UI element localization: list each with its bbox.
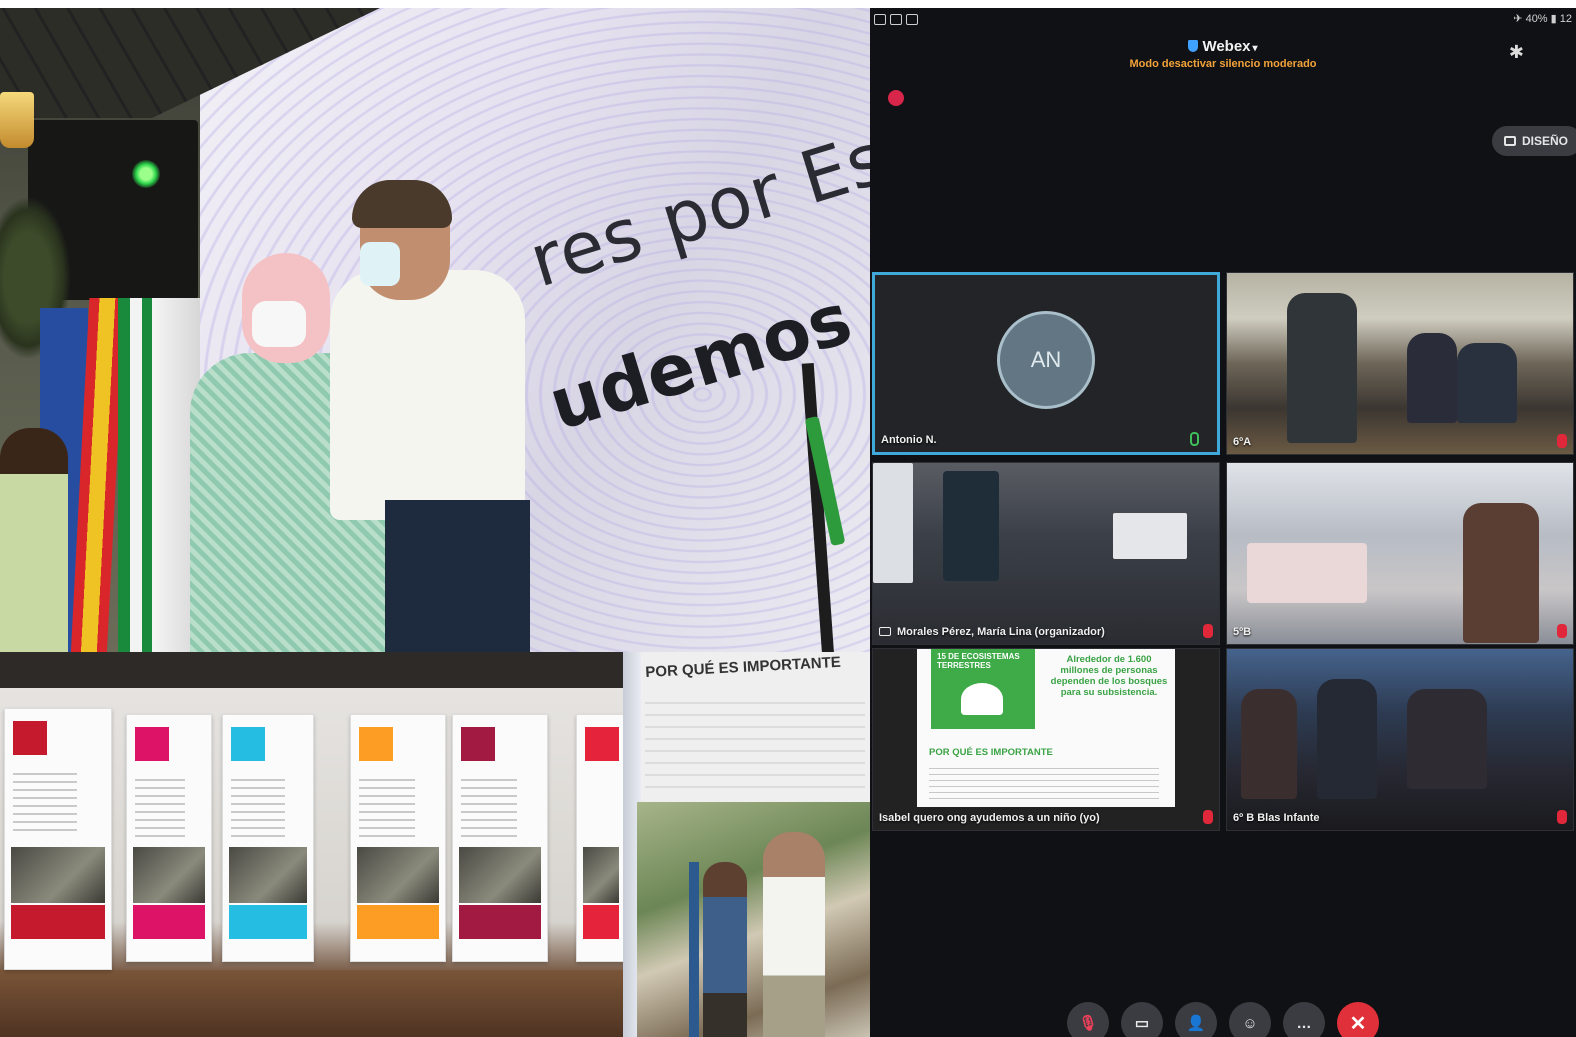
app-name: Webex [1202,38,1251,55]
sdg-banner [126,714,212,962]
classroom-video [873,463,1219,644]
video-tile[interactable]: 6º B Blas Infante [1226,648,1574,831]
poster-body-text [645,692,865,792]
notification-icon [890,14,902,25]
video-tile[interactable]: 15 DE ECOSISTEMAS TERRESTRES Alrededor d… [872,648,1220,831]
layout-label: DISEÑO [1521,134,1568,148]
wooden-floor [0,970,623,1037]
meeting-title-button[interactable]: Webex ▾ [870,38,1576,55]
bluetooth-icon[interactable]: ✱ [1509,42,1524,63]
participant-name: Antonio N. [881,434,937,446]
participants-button[interactable]: 👤 [1175,1002,1217,1037]
layout-icon [1503,136,1516,146]
more-icon: … [1296,1014,1312,1032]
shield-icon [1188,40,1199,52]
call-controls: 🎙 ▭ 👤 ☺ … ✕ [870,1002,1576,1037]
recording-icon [888,90,904,106]
shared-content: 15 DE ECOSISTEMAS TERRESTRES Alrededor d… [873,649,1219,830]
participants-icon: 👤 [1186,1015,1206,1032]
classroom-video [1227,273,1573,454]
video-tile[interactable]: 5ºB [1226,462,1574,645]
notification-icon [874,14,886,25]
reactions-button[interactable]: ☺ [1229,1002,1271,1037]
sdg-banner [452,714,548,962]
muted-mic-icon [1203,810,1213,824]
participant-name: Isabel quero ong ayudemos a un niño (yo) [879,812,1100,824]
more-button[interactable]: … [1283,1002,1325,1037]
slide-quote: Alrededor de 1.600 millones de personas … [1050,654,1168,698]
participant-name: 6º B Blas Infante [1233,812,1320,824]
muted-mic-icon [1557,810,1567,824]
participant-name: Morales Pérez, María Lina (organizador) [879,626,1105,638]
mute-button[interactable]: 🎙 [1067,1002,1109,1037]
camera-button[interactable]: ▭ [1121,1002,1163,1037]
muted-mic-icon [1203,624,1213,638]
poster-title: POR QUÉ ES IMPORTANTE [645,653,842,681]
sdg-banner [4,708,112,970]
avatar: AN [997,311,1095,409]
sdg-banner [350,714,446,962]
green-stage-light [132,160,160,188]
status-icons [874,14,918,25]
chevron-down-icon: ▾ [1252,43,1258,54]
video-tile[interactable]: 6ºA [1226,272,1574,455]
classroom-video [1227,463,1573,644]
poster-post [689,862,699,1037]
poster-person [703,862,747,1037]
exhibition-photo [0,652,623,1037]
shared-slide: 15 DE ECOSISTEMAS TERRESTRES Alrededor d… [917,649,1175,807]
slide-heading: POR QUÉ ES IMPORTANTE [929,747,1053,758]
slide-body-text [929,763,1159,803]
camera-share-icon [879,627,891,636]
video-tile[interactable]: Morales Pérez, María Lina (organizador) [872,462,1220,645]
muted-mic-icon [1557,434,1567,448]
participant-name-text: Morales Pérez, María Lina (organizador) [897,626,1105,638]
mic-icon [1190,432,1199,446]
status-bar: ✈ 40% ▮ 12 [870,8,1576,32]
end-call-icon: ✕ [1349,1012,1367,1035]
participant-name: 5ºB [1233,626,1252,638]
award-stage-photo: res por Esp udemos c [0,8,870,652]
ceiling [0,652,623,688]
classroom-video [1227,649,1573,830]
sdg15-logo: 15 DE ECOSISTEMAS TERRESTRES [931,649,1035,729]
sdg-banner [576,714,623,962]
webex-tablet-screen: ✈ 40% ▮ 12 Webex ▾ Modo desactivar silenc… [870,8,1576,1037]
battery-status: ✈ 40% ▮ 12 [1513,13,1572,25]
muted-mic-icon [1557,624,1567,638]
end-call-button[interactable]: ✕ [1337,1002,1379,1037]
notification-icon [906,14,918,25]
poster-photo: POR QUÉ ES IMPORTANTE [623,652,870,1037]
unmute-mode-notice: Modo desactivar silencio moderado [1129,58,1317,70]
award-presenter [330,180,530,652]
person-left-edge [0,428,68,652]
poster-person [763,832,825,1037]
andalucia-flag [118,298,154,652]
poster-image [637,802,870,1037]
mute-icon: 🎙 [1078,1015,1098,1032]
sdg-banner [222,714,314,962]
participant-name: 6ºA [1233,436,1252,448]
video-tile[interactable]: AN Antonio N. [872,272,1220,455]
layout-button[interactable]: DISEÑO [1491,126,1576,156]
camera-icon: ▭ [1134,1015,1150,1032]
reactions-icon: ☺ [1242,1014,1258,1032]
wall-lamp [0,92,34,148]
